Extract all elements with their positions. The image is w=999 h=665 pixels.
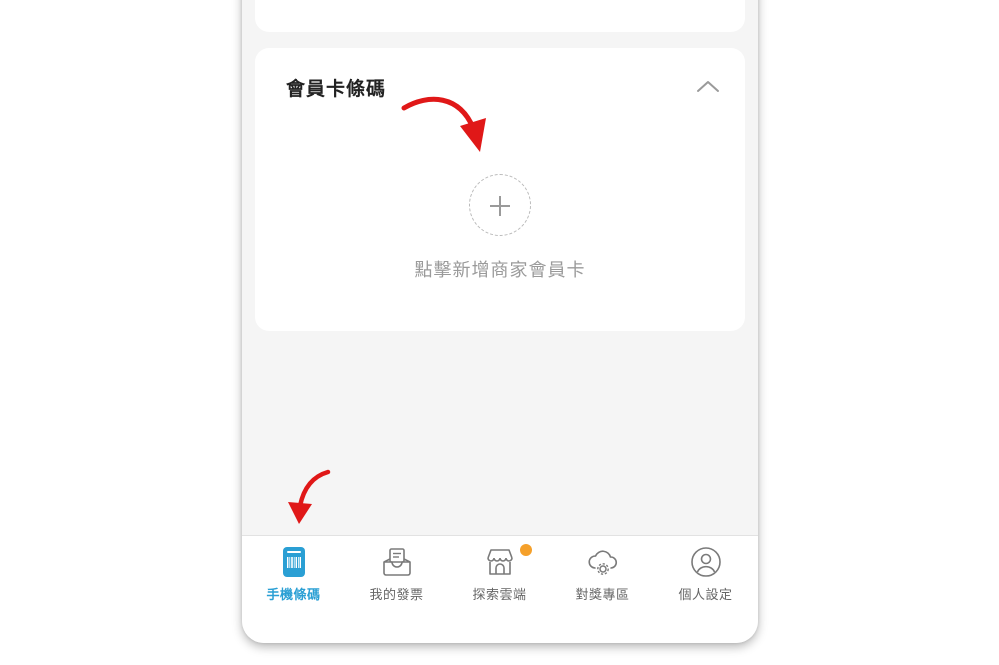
store-icon <box>484 546 516 578</box>
previous-card <box>255 0 745 32</box>
tab-prize-check[interactable]: 對獎專區 <box>551 536 654 616</box>
section-title: 會員卡條碼 <box>286 78 387 100</box>
cloud-gear-icon <box>587 546 619 578</box>
tab-label: 探索雲端 <box>472 588 527 603</box>
tab-my-invoices[interactable]: 我的發票 <box>345 536 448 616</box>
tab-personal-settings[interactable]: 個人設定 <box>654 536 757 616</box>
tab-label: 對獎專區 <box>575 588 630 603</box>
tab-label: 我的發票 <box>369 588 424 603</box>
add-member-card-button[interactable] <box>469 174 531 236</box>
phone-screen: 會員卡條碼 點擊新增商家會員卡 手機條碼 我的發票 探索雲端 對獎專區 個人設定 <box>242 0 758 643</box>
notification-badge <box>520 544 532 556</box>
tab-phone-barcode[interactable]: 手機條碼 <box>242 536 345 616</box>
tab-label: 個人設定 <box>678 588 733 603</box>
add-member-card-label[interactable]: 點擊新增商家會員卡 <box>255 256 745 282</box>
chevron-up-icon[interactable] <box>695 78 721 94</box>
barcode-phone-icon <box>278 546 310 578</box>
invoice-inbox-icon <box>381 546 413 578</box>
member-card-section: 會員卡條碼 點擊新增商家會員卡 <box>255 48 745 331</box>
user-icon <box>690 546 722 578</box>
tab-explore-cloud[interactable]: 探索雲端 <box>448 536 551 616</box>
tab-label: 手機條碼 <box>266 588 321 603</box>
bottom-tab-bar: 手機條碼 我的發票 探索雲端 對獎專區 個人設定 <box>242 535 758 643</box>
